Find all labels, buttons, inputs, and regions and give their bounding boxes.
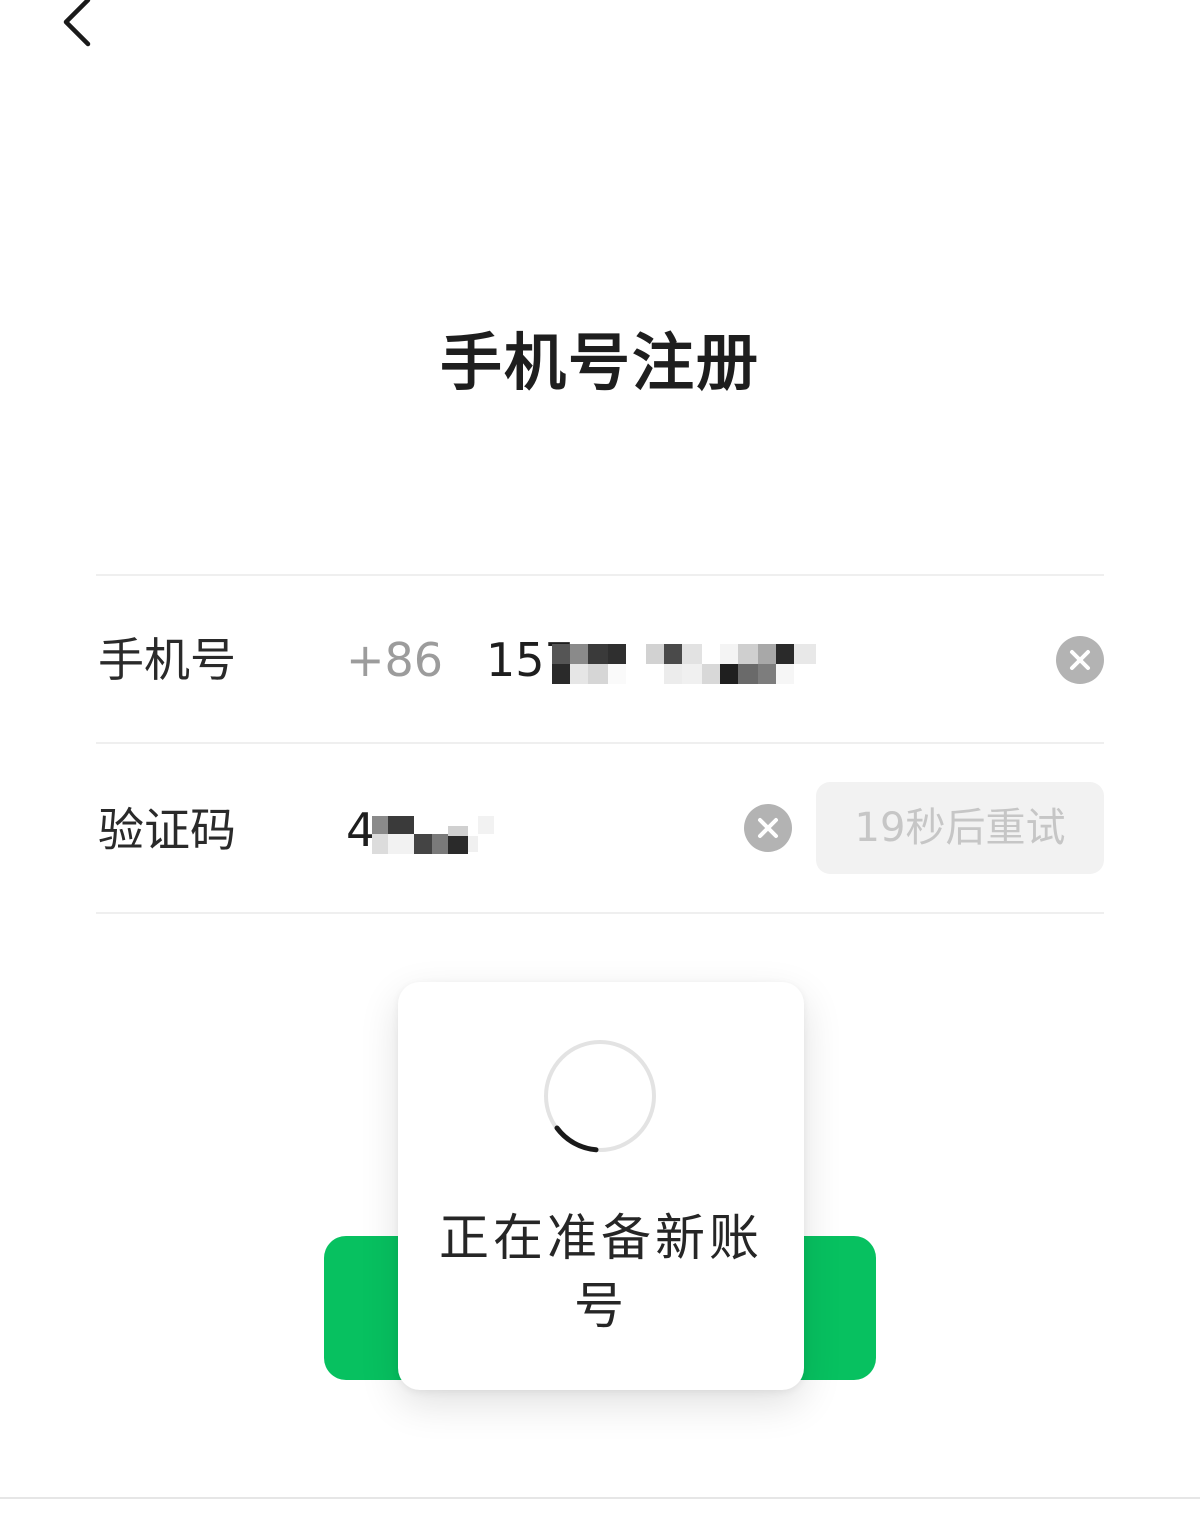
loading-spinner-icon (540, 1036, 660, 1156)
back-button[interactable] (48, 0, 108, 54)
page-title: 手机号注册 (439, 326, 760, 399)
clear-phone-button[interactable] (1056, 636, 1104, 684)
country-code-selector[interactable]: +86 (346, 630, 443, 690)
phone-label: 手机号 (98, 633, 236, 687)
close-circle-icon (744, 804, 792, 852)
close-circle-icon (1056, 636, 1104, 684)
loading-message: 正在准备新账号 (439, 1209, 763, 1335)
divider-bottom (96, 912, 1104, 914)
divider-middle (96, 742, 1104, 744)
chevron-left-icon (48, 0, 108, 54)
code-input[interactable]: 4 (346, 800, 375, 860)
resend-code-button[interactable]: 19秒后重试 (816, 782, 1104, 874)
bottom-divider (0, 1497, 1200, 1499)
phone-redaction-mosaic (552, 644, 818, 686)
loading-toast: 正在准备新账号 (398, 982, 804, 1390)
clear-code-button[interactable] (744, 804, 792, 852)
code-redaction-mosaic (372, 816, 494, 856)
divider-top (96, 574, 1104, 576)
code-label: 验证码 (98, 803, 236, 857)
